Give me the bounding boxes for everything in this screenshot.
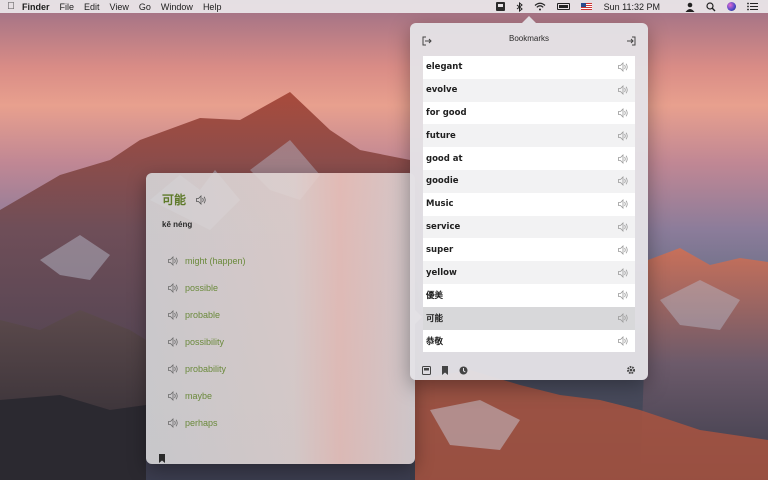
bookmark-app-icon[interactable] [495, 2, 505, 11]
meaning-text: probability [185, 363, 227, 374]
apple-icon[interactable]:  [0, 1, 22, 12]
bookmark-word: yellow [426, 267, 457, 278]
menu-clock[interactable]: Sun 11:32 PM [604, 2, 660, 12]
bookmark-word: 恭敬 [426, 336, 444, 347]
bookmark-word: super [426, 244, 454, 255]
history-tab-icon[interactable] [459, 362, 468, 380]
bookmark-toggle-icon[interactable] [159, 450, 165, 468]
speaker-icon[interactable] [618, 108, 629, 118]
speaker-icon[interactable] [196, 194, 207, 205]
settings-gear-icon[interactable] [626, 362, 636, 380]
speaker-icon[interactable] [618, 313, 629, 324]
meaning-text: maybe [185, 390, 213, 401]
meaning-item[interactable]: perhaps [168, 409, 246, 436]
meaning-item[interactable]: probability [168, 355, 246, 382]
export-icon[interactable] [626, 33, 636, 51]
bookmarks-title: Bookmarks [508, 34, 549, 43]
bookmark-word: goodie [426, 176, 459, 187]
speaker-icon[interactable] [618, 244, 629, 255]
speaker-icon[interactable] [168, 282, 179, 293]
speaker-icon[interactable] [618, 335, 629, 346]
meaning-text: might (happen) [185, 255, 246, 266]
speaker-icon[interactable] [618, 176, 629, 187]
dictionary-tab-icon[interactable] [422, 362, 431, 380]
meaning-item[interactable]: might (happen) [168, 247, 246, 274]
meaning-item[interactable]: maybe [168, 382, 246, 409]
bookmark-row[interactable]: 可能 [423, 306, 635, 330]
menu-edit[interactable]: Edit [84, 2, 100, 12]
speaker-icon[interactable] [168, 363, 179, 374]
speaker-icon[interactable] [168, 390, 179, 401]
bookmark-row[interactable]: future [423, 124, 635, 148]
bookmark-row[interactable]: elegant [423, 56, 635, 79]
bookmark-row[interactable]: good at [423, 147, 635, 170]
bluetooth-icon[interactable] [516, 1, 523, 12]
speaker-icon[interactable] [168, 309, 179, 320]
speaker-icon[interactable] [618, 153, 629, 164]
bookmarks-tab-icon[interactable] [442, 362, 448, 380]
menu-bar-status-area: Sun 11:32 PM [485, 0, 768, 13]
meaning-item[interactable]: possibility [168, 328, 246, 355]
search-icon[interactable] [706, 1, 716, 12]
bookmarks-footer [422, 362, 468, 380]
bookmark-word: for good [426, 107, 467, 118]
list-icon[interactable] [747, 2, 758, 11]
menu-window[interactable]: Window [161, 2, 193, 12]
bookmark-row[interactable]: yellow [423, 261, 635, 284]
speaker-icon[interactable] [168, 255, 179, 266]
speaker-icon[interactable] [618, 85, 629, 96]
user-icon[interactable] [685, 2, 695, 12]
menu-view[interactable]: View [110, 2, 129, 12]
bookmarks-popover: Bookmarks elegant evolve for good future goo… [410, 16, 648, 380]
menu-bar:  Finder File Edit View Go Window Help S… [0, 0, 768, 13]
speaker-icon[interactable] [618, 130, 629, 141]
meaning-text: probable [185, 309, 221, 320]
speaker-icon[interactable] [168, 417, 179, 428]
bookmark-row[interactable]: super [423, 238, 635, 261]
bookmark-row[interactable]: evolve [423, 78, 635, 102]
menu-help[interactable]: Help [203, 2, 222, 12]
menu-app-name[interactable]: Finder [22, 2, 50, 12]
speaker-icon[interactable] [618, 199, 629, 210]
bookmark-row[interactable]: 恭敬 [423, 330, 635, 352]
bookmark-row[interactable]: service [423, 215, 635, 239]
speaker-icon[interactable] [618, 267, 629, 278]
bookmark-word: service [426, 221, 461, 232]
bookmark-word: future [426, 130, 456, 141]
bookmarks-list: elegant evolve for good future good at goodie… [423, 56, 635, 352]
meanings-list: might (happen) possible probable possibi… [168, 247, 246, 436]
definition-word: 可能 [162, 193, 187, 207]
popover-arrow [522, 16, 536, 23]
menu-go[interactable]: Go [139, 2, 151, 12]
siri-icon[interactable] [727, 2, 736, 11]
meaning-item[interactable]: probable [168, 301, 246, 328]
us-flag-icon[interactable] [580, 3, 592, 10]
bookmark-word: 優美 [426, 291, 444, 302]
meaning-item[interactable]: possible [168, 274, 246, 301]
bookmark-word: 可能 [426, 314, 444, 325]
definition-panel: 可能 kě néng might (happen) possible proba… [146, 173, 422, 464]
menu-file[interactable]: File [60, 2, 75, 12]
meaning-text: possibility [185, 336, 225, 347]
bookmark-row[interactable]: goodie [423, 169, 635, 193]
bookmark-word: Music [426, 199, 454, 210]
definition-pinyin: kě néng [162, 220, 193, 229]
bookmark-row[interactable]: Music [423, 193, 635, 216]
speaker-icon[interactable] [618, 222, 629, 232]
meaning-text: perhaps [185, 417, 218, 428]
bookmark-row[interactable]: 優美 [423, 284, 635, 307]
battery-icon[interactable] [556, 3, 570, 10]
speaker-icon[interactable] [618, 62, 629, 73]
wifi-icon[interactable] [534, 2, 546, 11]
speaker-icon[interactable] [168, 336, 179, 347]
bookmark-row[interactable]: for good [423, 102, 635, 125]
bookmark-word: good at [426, 153, 463, 164]
definition-header: 可能 [162, 191, 207, 208]
meaning-text: possible [185, 282, 219, 293]
bookmark-word: evolve [426, 85, 458, 96]
speaker-icon[interactable] [618, 290, 629, 301]
bookmark-word: elegant [426, 62, 463, 73]
